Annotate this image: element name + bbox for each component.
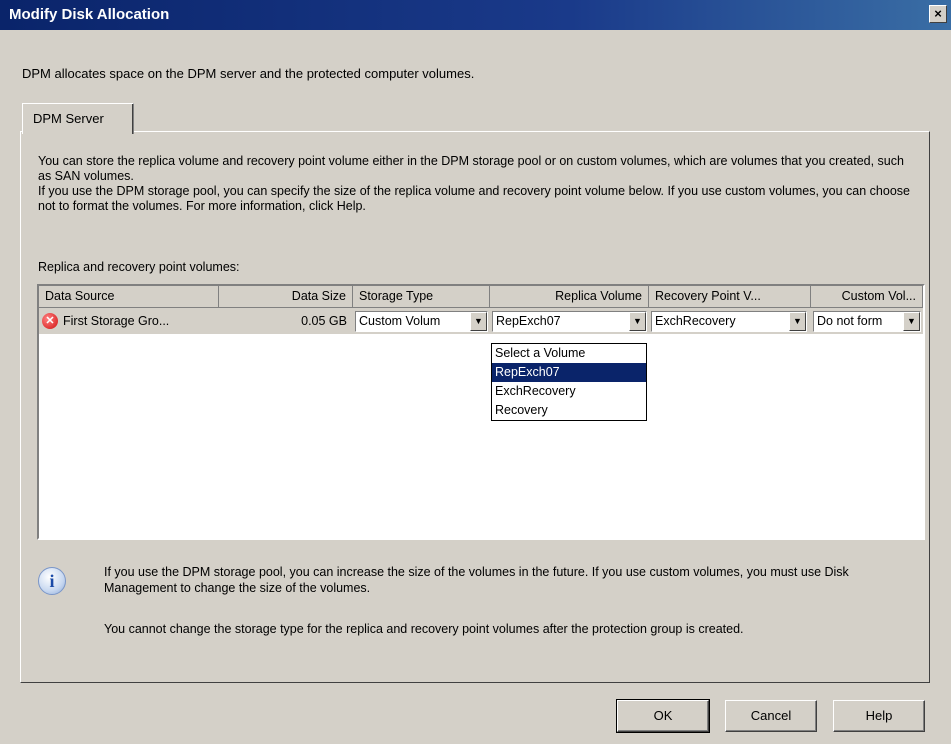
dropdown-option[interactable]: Select a Volume	[492, 344, 646, 363]
storage-type-value: Custom Volum	[359, 314, 441, 328]
volumes-grid: Data Source Data Size Storage Type Repli…	[37, 284, 925, 540]
description-para-1: You can store the replica volume and rec…	[38, 154, 904, 183]
info-icon: i	[38, 567, 66, 595]
info-text-1: If you use the DPM storage pool, you can…	[104, 565, 849, 595]
close-button[interactable]: ×	[929, 5, 947, 23]
dropdown-option-selected[interactable]: RepExch07	[492, 363, 646, 382]
error-icon: ✕	[42, 313, 58, 329]
dropdown-option[interactable]: Recovery	[492, 401, 646, 420]
recovery-point-value: ExchRecovery	[655, 314, 736, 328]
column-header-replica-volume[interactable]: Replica Volume	[490, 286, 649, 308]
cancel-button[interactable]: Cancel	[725, 700, 817, 732]
replica-volume-dropdown-list: Select a Volume RepExch07 ExchRecovery R…	[491, 343, 647, 421]
description: You can store the replica volume and rec…	[38, 154, 918, 214]
replica-volume-value: RepExch07	[496, 314, 561, 328]
replica-volume-combo[interactable]: RepExch07 ▼	[492, 311, 647, 332]
cell-data-size: 0.05 GB	[301, 314, 347, 328]
storage-type-combo[interactable]: Custom Volum ▼	[355, 311, 488, 332]
recovery-point-combo[interactable]: ExchRecovery ▼	[651, 311, 807, 332]
intro-text: DPM allocates space on the DPM server an…	[22, 66, 475, 81]
table-row[interactable]: ✕ First Storage Gro... 0.05 GB Custom Vo…	[39, 308, 923, 334]
help-button[interactable]: Help	[833, 700, 925, 732]
tab-dpm-server[interactable]: DPM Server	[22, 103, 134, 134]
column-header-data-source[interactable]: Data Source	[39, 286, 219, 308]
tab-label: DPM Server	[33, 111, 104, 126]
column-header-custom-vol[interactable]: Custom Vol...	[811, 286, 923, 308]
column-header-recovery-point[interactable]: Recovery Point V...	[649, 286, 811, 308]
chevron-down-icon[interactable]: ▼	[789, 312, 806, 331]
grid-label: Replica and recovery point volumes:	[38, 260, 240, 274]
column-header-data-size[interactable]: Data Size	[219, 286, 353, 308]
custom-vol-combo[interactable]: Do not form ▼	[813, 311, 921, 332]
cell-data-source: First Storage Gro...	[63, 314, 170, 328]
chevron-down-icon[interactable]: ▼	[470, 312, 487, 331]
description-para-2: If you use the DPM storage pool, you can…	[38, 184, 910, 213]
info-text-2: You cannot change the storage type for t…	[104, 622, 744, 636]
ok-button[interactable]: OK	[616, 699, 710, 733]
column-header-storage-type[interactable]: Storage Type	[353, 286, 490, 308]
chevron-down-icon[interactable]: ▼	[903, 312, 920, 331]
dropdown-option[interactable]: ExchRecovery	[492, 382, 646, 401]
title-bar: Modify Disk Allocation ×	[0, 0, 951, 30]
chevron-down-icon[interactable]: ▼	[629, 312, 646, 331]
window-title: Modify Disk Allocation	[9, 6, 170, 23]
custom-vol-value: Do not form	[817, 314, 883, 328]
